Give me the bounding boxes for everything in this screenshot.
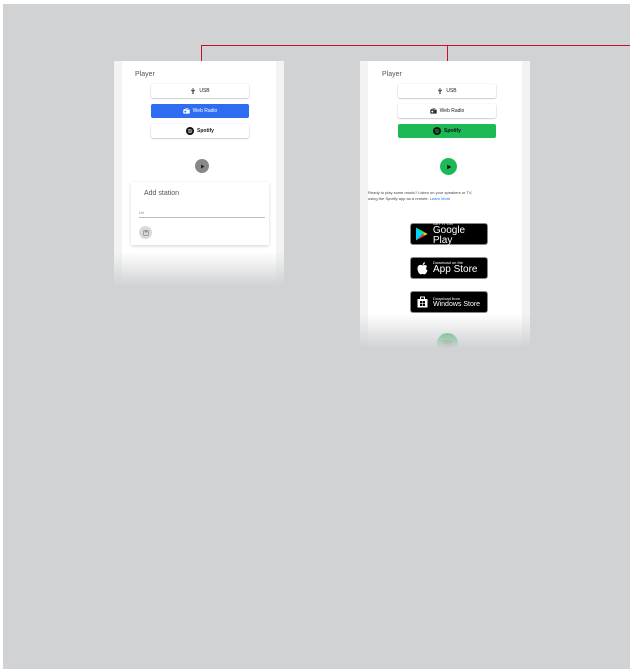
player-panel-spotify: Player USB Web Radio Spotify Ready to pl… [360, 61, 530, 348]
source-spotify-button[interactable]: Spotify [151, 124, 249, 138]
radio-icon [429, 108, 437, 114]
play-button[interactable] [440, 158, 457, 175]
source-web-radio-label: Web Radio [439, 108, 465, 114]
source-spotify-label: Spotify [197, 128, 214, 134]
source-web-radio-button[interactable]: Web Radio [398, 104, 496, 118]
player-title: Player [135, 71, 155, 78]
radio-icon [182, 108, 190, 114]
google-play-big-text: Google Play [432, 225, 466, 246]
player-title: Player [382, 71, 402, 78]
app-store-badge[interactable]: Download on the App Store [410, 257, 488, 279]
panel-fade [114, 252, 284, 286]
url-field-label: Url [139, 210, 145, 215]
usb-icon [191, 88, 196, 94]
callout-line-horizontal [201, 45, 630, 46]
google-play-badge[interactable]: GET IT ON Google Play [410, 222, 488, 246]
add-station-card: Add station Url [131, 182, 269, 245]
player-panel-web-radio: Player USB Web Radio Spotify Add station… [114, 61, 284, 286]
windows-store-big-text: Windows Store [433, 300, 481, 308]
source-usb-label: USB [199, 88, 210, 94]
learn-more-link[interactable]: Learn More [430, 196, 450, 201]
save-station-button[interactable] [139, 226, 152, 239]
play-button[interactable] [195, 159, 209, 173]
canvas: Player USB Web Radio Spotify Add station… [3, 4, 630, 669]
spotify-icon [186, 127, 195, 135]
app-store-big-text: App Store [433, 264, 478, 275]
source-usb-button[interactable]: USB [398, 84, 496, 98]
play-icon [446, 164, 451, 169]
windows-store-icon [417, 296, 427, 308]
source-spotify-label: Spotify [444, 128, 461, 134]
usb-icon [438, 88, 443, 94]
windows-store-badge[interactable]: Download from Windows Store [410, 291, 488, 313]
panel-fade [360, 314, 530, 348]
save-icon [142, 229, 149, 236]
source-spotify-button[interactable]: Spotify [398, 124, 496, 138]
spotify-info-line2: using the Spotify app as a remote. [368, 196, 429, 201]
source-usb-label: USB [446, 88, 457, 94]
source-usb-button[interactable]: USB [151, 84, 249, 98]
spotify-info-text: Ready to play some music? Listen on your… [368, 190, 520, 202]
url-input[interactable] [139, 217, 265, 218]
google-play-icon [416, 227, 428, 241]
source-web-radio-button[interactable]: Web Radio [151, 104, 249, 118]
apple-icon [416, 261, 427, 274]
add-station-title: Add station [144, 190, 180, 197]
source-web-radio-label: Web Radio [192, 108, 218, 114]
play-icon [200, 164, 204, 168]
spotify-icon [433, 127, 442, 135]
